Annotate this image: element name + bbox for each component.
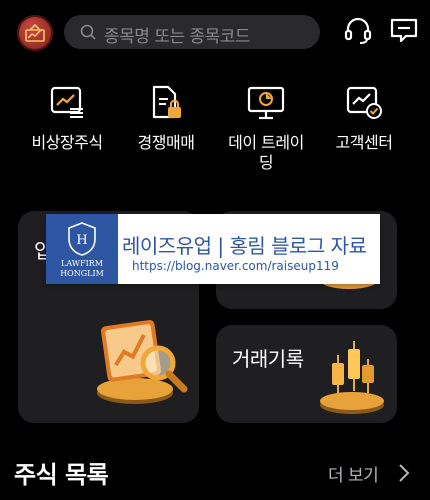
menu-unlisted-stocks[interactable]: 비상장주식 bbox=[17, 85, 117, 153]
badge-text: LAWFIRM HONGLIM bbox=[60, 259, 104, 278]
gold-candles-illustration bbox=[320, 341, 384, 414]
message-icon[interactable] bbox=[389, 17, 419, 45]
search-icon bbox=[80, 24, 96, 40]
search-bar[interactable]: 종목명 또는 종목코드 bbox=[64, 15, 320, 49]
chevron-right-icon[interactable] bbox=[398, 463, 410, 483]
search-placeholder: 종목명 또는 종목코드 bbox=[104, 27, 251, 47]
menu-label: 경쟁매매 bbox=[137, 133, 195, 152]
lawfirm-badge: H LAWFIRM HONGLIM bbox=[46, 214, 118, 284]
monitor-pie-icon bbox=[247, 86, 285, 120]
blog-banner: H LAWFIRM HONGLIM 레이즈유업 | 홍림 블로그 자료 http… bbox=[46, 214, 380, 284]
menu-label: 고객센터 bbox=[335, 133, 393, 152]
menu-competitive-trading[interactable]: 경쟁매매 bbox=[116, 85, 216, 153]
card-trade-history-title: 거래기록 bbox=[232, 347, 304, 371]
card-trade-history[interactable]: 거래기록 bbox=[216, 325, 397, 423]
app-logo[interactable] bbox=[17, 15, 53, 51]
svg-text:H: H bbox=[76, 233, 87, 248]
menu-label: 데이 트레이 딩 bbox=[228, 133, 304, 172]
banner-url: https://blog.naver.com/raiseup119 bbox=[132, 259, 339, 273]
menu-label: 비상장주식 bbox=[31, 133, 103, 152]
chart-check-icon bbox=[346, 86, 382, 119]
menu-customer-center[interactable]: 고객센터 bbox=[314, 85, 414, 153]
chart-magnifier-illustration bbox=[97, 320, 188, 404]
headset-icon[interactable] bbox=[343, 17, 373, 45]
logo-icon bbox=[25, 24, 45, 42]
more-button[interactable]: 더 보기 bbox=[328, 461, 379, 486]
shield-icon: H bbox=[68, 222, 96, 256]
menu-day-trading[interactable]: 데이 트레이 딩 bbox=[216, 85, 316, 173]
banner-title: 레이즈유업 | 홍림 블로그 자료 bbox=[122, 234, 367, 258]
document-lock-icon bbox=[152, 85, 181, 119]
chart-document-icon bbox=[50, 86, 83, 118]
stock-list-title: 주식 목록 bbox=[14, 461, 109, 489]
